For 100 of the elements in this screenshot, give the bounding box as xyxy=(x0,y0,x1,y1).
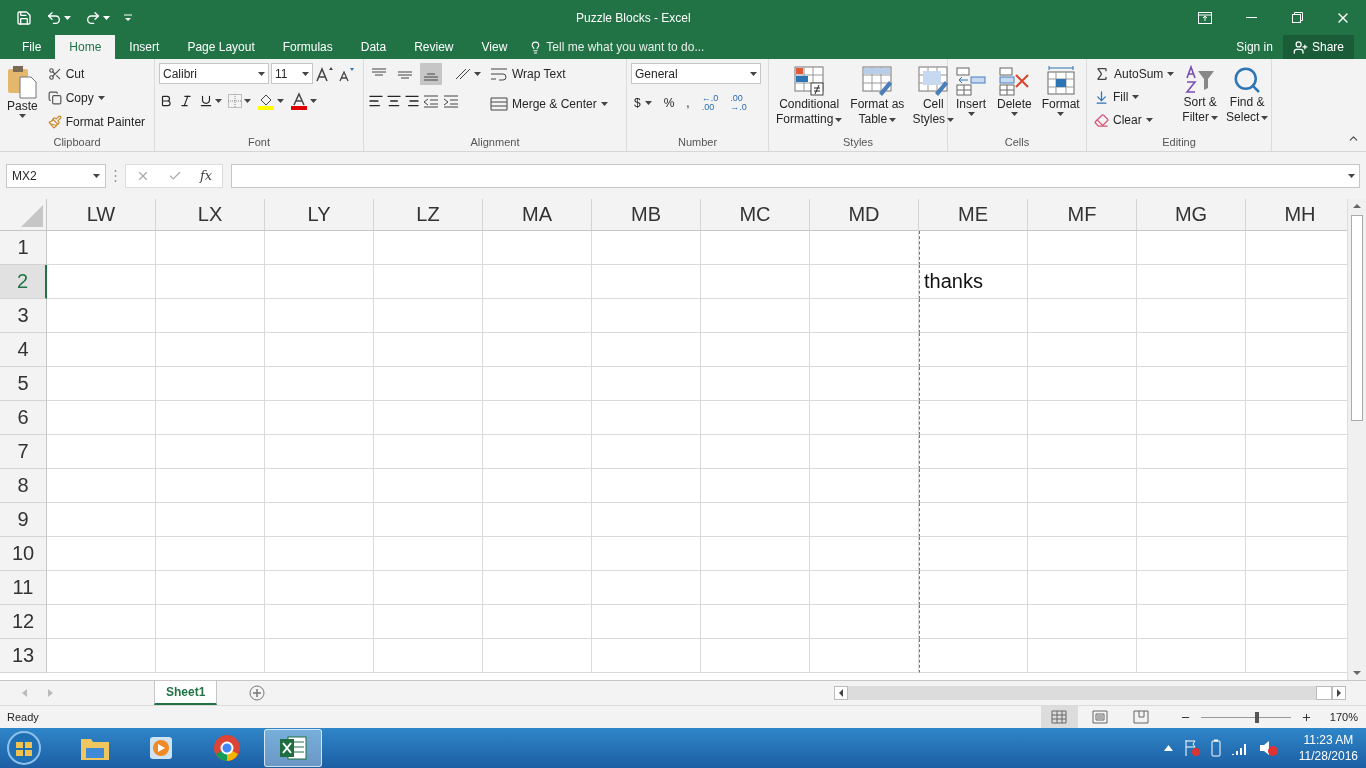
table-cell[interactable] xyxy=(919,469,1028,503)
row-header[interactable]: 2 xyxy=(0,265,47,299)
table-cell[interactable] xyxy=(1137,231,1246,265)
clear-button[interactable]: Clear xyxy=(1091,109,1178,131)
table-cell[interactable] xyxy=(156,299,265,333)
table-cell[interactable] xyxy=(156,367,265,401)
ribbon-tab[interactable]: Insert xyxy=(115,35,174,59)
ribbon-tab[interactable]: View xyxy=(467,35,522,59)
table-cell[interactable] xyxy=(1028,333,1137,367)
table-cell[interactable] xyxy=(1137,367,1246,401)
table-cell[interactable] xyxy=(810,265,919,299)
table-cell[interactable] xyxy=(1028,503,1137,537)
table-cell[interactable] xyxy=(701,333,810,367)
table-cell[interactable] xyxy=(483,503,592,537)
table-cell[interactable] xyxy=(265,605,374,639)
table-cell[interactable] xyxy=(919,503,1028,537)
align-center-icon[interactable] xyxy=(386,93,402,109)
table-cell[interactable] xyxy=(47,299,156,333)
borders-icon[interactable] xyxy=(228,94,242,108)
styles-button[interactable]: Conditional Formatting xyxy=(773,63,846,133)
save-icon[interactable] xyxy=(16,9,32,26)
fill-button[interactable]: Fill xyxy=(1091,86,1178,108)
table-cell[interactable] xyxy=(47,537,156,571)
table-cell[interactable] xyxy=(701,537,810,571)
comma-style-button[interactable]: , xyxy=(683,92,693,114)
table-cell[interactable] xyxy=(156,571,265,605)
table-cell[interactable] xyxy=(1028,367,1137,401)
table-cell[interactable] xyxy=(374,367,483,401)
table-cell[interactable] xyxy=(1028,605,1137,639)
ribbon-tab[interactable]: Data xyxy=(346,35,401,59)
table-cell[interactable] xyxy=(592,469,701,503)
table-cell[interactable] xyxy=(483,639,592,673)
table-cell[interactable] xyxy=(156,537,265,571)
row-header[interactable]: 7 xyxy=(0,435,47,469)
sheet-tab[interactable]: Sheet1 xyxy=(154,681,218,705)
table-cell[interactable] xyxy=(592,367,701,401)
table-cell[interactable] xyxy=(919,367,1028,401)
table-cell[interactable] xyxy=(47,435,156,469)
row-header[interactable]: 12 xyxy=(0,605,47,639)
table-cell[interactable] xyxy=(265,231,374,265)
row-header[interactable]: 1 xyxy=(0,231,47,265)
table-cell[interactable] xyxy=(592,503,701,537)
table-cell[interactable] xyxy=(1028,231,1137,265)
table-cell[interactable] xyxy=(1028,571,1137,605)
table-cell[interactable] xyxy=(1028,639,1137,673)
table-cell[interactable] xyxy=(483,265,592,299)
table-cell[interactable] xyxy=(701,503,810,537)
muted-speaker-icon[interactable] xyxy=(1258,739,1279,757)
table-cell[interactable] xyxy=(1028,299,1137,333)
table-cell[interactable] xyxy=(1137,639,1246,673)
table-cell[interactable] xyxy=(374,469,483,503)
table-cell[interactable] xyxy=(1028,265,1137,299)
table-cell[interactable] xyxy=(701,231,810,265)
table-cell[interactable] xyxy=(810,231,919,265)
column-header[interactable]: LY xyxy=(265,199,374,231)
table-cell[interactable] xyxy=(919,605,1028,639)
spreadsheet-app-icon[interactable] xyxy=(264,729,322,767)
redo-icon[interactable] xyxy=(85,9,101,26)
table-cell[interactable] xyxy=(483,299,592,333)
font-name-field[interactable]: Calibri xyxy=(159,63,269,84)
table-cell[interactable] xyxy=(156,435,265,469)
tray-expand-icon[interactable] xyxy=(1163,745,1173,751)
cut-button[interactable]: Cut xyxy=(44,63,149,85)
select-all-corner[interactable] xyxy=(0,199,47,231)
increase-decimal-button[interactable]: ←.0 .00 xyxy=(698,94,722,112)
column-header[interactable]: MD xyxy=(810,199,919,231)
table-cell[interactable] xyxy=(156,333,265,367)
table-cell[interactable] xyxy=(374,299,483,333)
table-cell[interactable] xyxy=(810,503,919,537)
number-format-field[interactable]: General xyxy=(631,63,761,84)
start-button-icon[interactable] xyxy=(6,730,42,766)
table-cell[interactable] xyxy=(592,401,701,435)
table-cell[interactable] xyxy=(810,537,919,571)
merge-center-button[interactable]: Merge & Center xyxy=(487,93,611,115)
row-header[interactable]: 11 xyxy=(0,571,47,605)
align-right-icon[interactable] xyxy=(404,93,420,109)
table-cell[interactable] xyxy=(810,333,919,367)
share-button[interactable]: Share xyxy=(1282,35,1354,59)
shrink-font-icon[interactable] xyxy=(337,65,355,82)
table-cell[interactable] xyxy=(47,367,156,401)
table-cell[interactable] xyxy=(1137,605,1246,639)
table-cell[interactable] xyxy=(810,639,919,673)
font-size-field[interactable]: 11 xyxy=(271,63,313,84)
table-cell[interactable] xyxy=(156,639,265,673)
table-cell[interactable] xyxy=(919,401,1028,435)
table-cell[interactable] xyxy=(374,639,483,673)
table-cell[interactable] xyxy=(47,503,156,537)
copy-button[interactable]: Copy xyxy=(44,87,149,109)
table-cell[interactable] xyxy=(592,435,701,469)
name-box[interactable]: MX2 xyxy=(6,163,106,188)
table-cell[interactable] xyxy=(1137,503,1246,537)
orientation-icon[interactable] xyxy=(454,67,472,81)
scroll-thumb[interactable] xyxy=(1351,215,1363,421)
table-cell[interactable] xyxy=(265,571,374,605)
ribbon-tab[interactable]: Review xyxy=(400,35,468,59)
table-cell[interactable] xyxy=(374,537,483,571)
table-cell[interactable] xyxy=(592,231,701,265)
table-cell[interactable] xyxy=(919,299,1028,333)
table-cell[interactable] xyxy=(810,469,919,503)
table-cell[interactable] xyxy=(701,435,810,469)
